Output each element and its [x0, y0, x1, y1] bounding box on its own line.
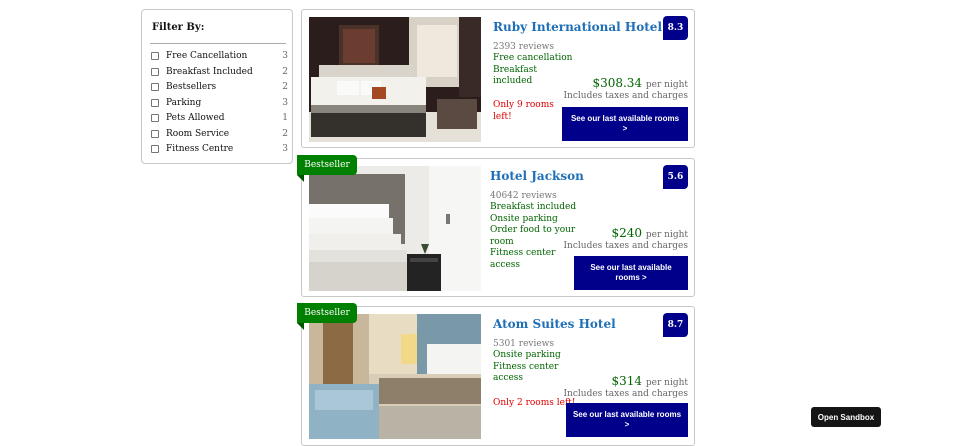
checkbox[interactable] — [151, 114, 159, 122]
checkbox[interactable] — [151, 52, 159, 60]
filter-label: Fitness Centre — [166, 144, 234, 154]
availability-warning: Only 9 rooms left! — [493, 100, 554, 122]
hotel-card: Atom Suites Hotel 8.7 5301 reviews Onsit… — [301, 306, 695, 446]
filter-item-fitness-centre[interactable]: Fitness Centre 3 — [151, 144, 289, 158]
hotel-photo — [309, 166, 481, 291]
review-count: 40642 reviews — [490, 191, 557, 201]
ribbon-fold — [297, 323, 304, 330]
price-unit: per night — [645, 80, 688, 90]
price-unit: per night — [645, 378, 688, 388]
hotel-perks: Free cancellation Breakfast included — [493, 53, 579, 88]
checkbox[interactable] — [151, 67, 159, 76]
perk-item: Onsite parking — [493, 350, 561, 360]
filter-count: 2 — [282, 66, 288, 77]
filter-label: Breakfast Included — [166, 66, 253, 77]
checkbox[interactable] — [151, 145, 159, 153]
filter-label: Room Service — [166, 128, 230, 139]
perk-item: Breakfast included — [490, 202, 577, 212]
hotel-name[interactable]: Ruby International Hotel — [493, 20, 662, 34]
hotel-perks: Onsite parking Fitness center access — [493, 350, 579, 385]
price: $308.34 per night — [592, 76, 688, 90]
review-count: 2393 reviews — [493, 42, 555, 52]
filter-count: 3 — [282, 144, 288, 154]
filter-item-parking[interactable]: Parking 3 — [151, 98, 289, 112]
see-rooms-button[interactable]: See our last available rooms > — [566, 403, 688, 437]
price-amount: $308.34 — [592, 76, 643, 90]
filter-panel: Filter By: Free Cancellation 3 Breakfast… — [141, 9, 293, 164]
filter-divider — [150, 43, 286, 44]
filter-label: Bestsellers — [166, 82, 217, 92]
rating-badge: 8.7 — [663, 313, 688, 337]
review-count: 5301 reviews — [493, 339, 555, 349]
filter-label: Free Cancellation — [166, 51, 248, 61]
filter-item-bestsellers[interactable]: Bestsellers 2 — [151, 82, 289, 96]
see-rooms-button[interactable]: See our last available rooms > — [562, 107, 688, 141]
perk-item: access — [493, 373, 524, 383]
taxes-note: Includes taxes and charges — [563, 389, 689, 399]
ribbon-fold — [297, 175, 304, 182]
filter-count: 3 — [282, 51, 288, 61]
taxes-note: Includes taxes and charges — [563, 241, 689, 251]
perk-item: Fitness center — [493, 361, 559, 372]
filter-count: 2 — [282, 82, 288, 92]
rating-badge: 8.3 — [663, 16, 688, 40]
filter-count: 1 — [282, 113, 288, 123]
filter-item-breakfast-included[interactable]: Breakfast Included 2 — [151, 67, 289, 81]
filter-label: Pets Allowed — [166, 113, 225, 123]
see-rooms-button[interactable]: See our last available rooms > — [574, 256, 688, 290]
checkbox[interactable] — [151, 98, 159, 107]
hotel-card: Ruby International Hotel 8.3 2393 review… — [301, 9, 695, 148]
filter-count: 2 — [282, 128, 288, 139]
filter-item-pets-allowed[interactable]: Pets Allowed 1 — [151, 113, 289, 127]
checkbox[interactable] — [151, 83, 159, 91]
bestseller-badge: Bestseller — [297, 155, 357, 175]
open-sandbox-button[interactable]: Open Sandbox — [811, 407, 881, 427]
filter-item-free-cancellation[interactable]: Free Cancellation 3 — [151, 51, 289, 65]
hotel-photo — [309, 17, 481, 142]
bestseller-badge: Bestseller — [297, 303, 357, 323]
hotel-perks: Breakfast included Onsite parking Order … — [490, 202, 580, 271]
checkbox[interactable] — [151, 129, 159, 138]
filter-count: 3 — [282, 97, 288, 108]
perk-item: Order food to your — [490, 225, 576, 235]
price: $240 per night — [612, 226, 688, 240]
perk-item: Breakfast — [493, 64, 537, 75]
filter-title: Filter By: — [152, 22, 205, 33]
filter-item-room-service[interactable]: Room Service 2 — [151, 129, 289, 143]
price-amount: $314 — [611, 374, 643, 388]
taxes-note: Includes taxes and charges — [563, 91, 689, 101]
perk-item: Fitness center access — [490, 248, 556, 270]
hotel-name[interactable]: Atom Suites Hotel — [493, 317, 616, 331]
hotel-photo — [309, 314, 481, 439]
hotel-card: Hotel Jackson 5.6 40642 reviews Breakfas… — [301, 158, 695, 297]
perk-item: Onsite parking — [490, 213, 558, 224]
perk-item: included — [493, 76, 533, 86]
hotel-name[interactable]: Hotel Jackson — [490, 169, 584, 183]
filter-label: Parking — [166, 97, 202, 108]
price: $314 per night — [612, 374, 688, 388]
price-amount: $240 — [611, 226, 643, 240]
rating-badge: 5.6 — [663, 165, 688, 189]
price-unit: per night — [645, 230, 688, 240]
perk-item: Free cancellation — [493, 53, 573, 63]
